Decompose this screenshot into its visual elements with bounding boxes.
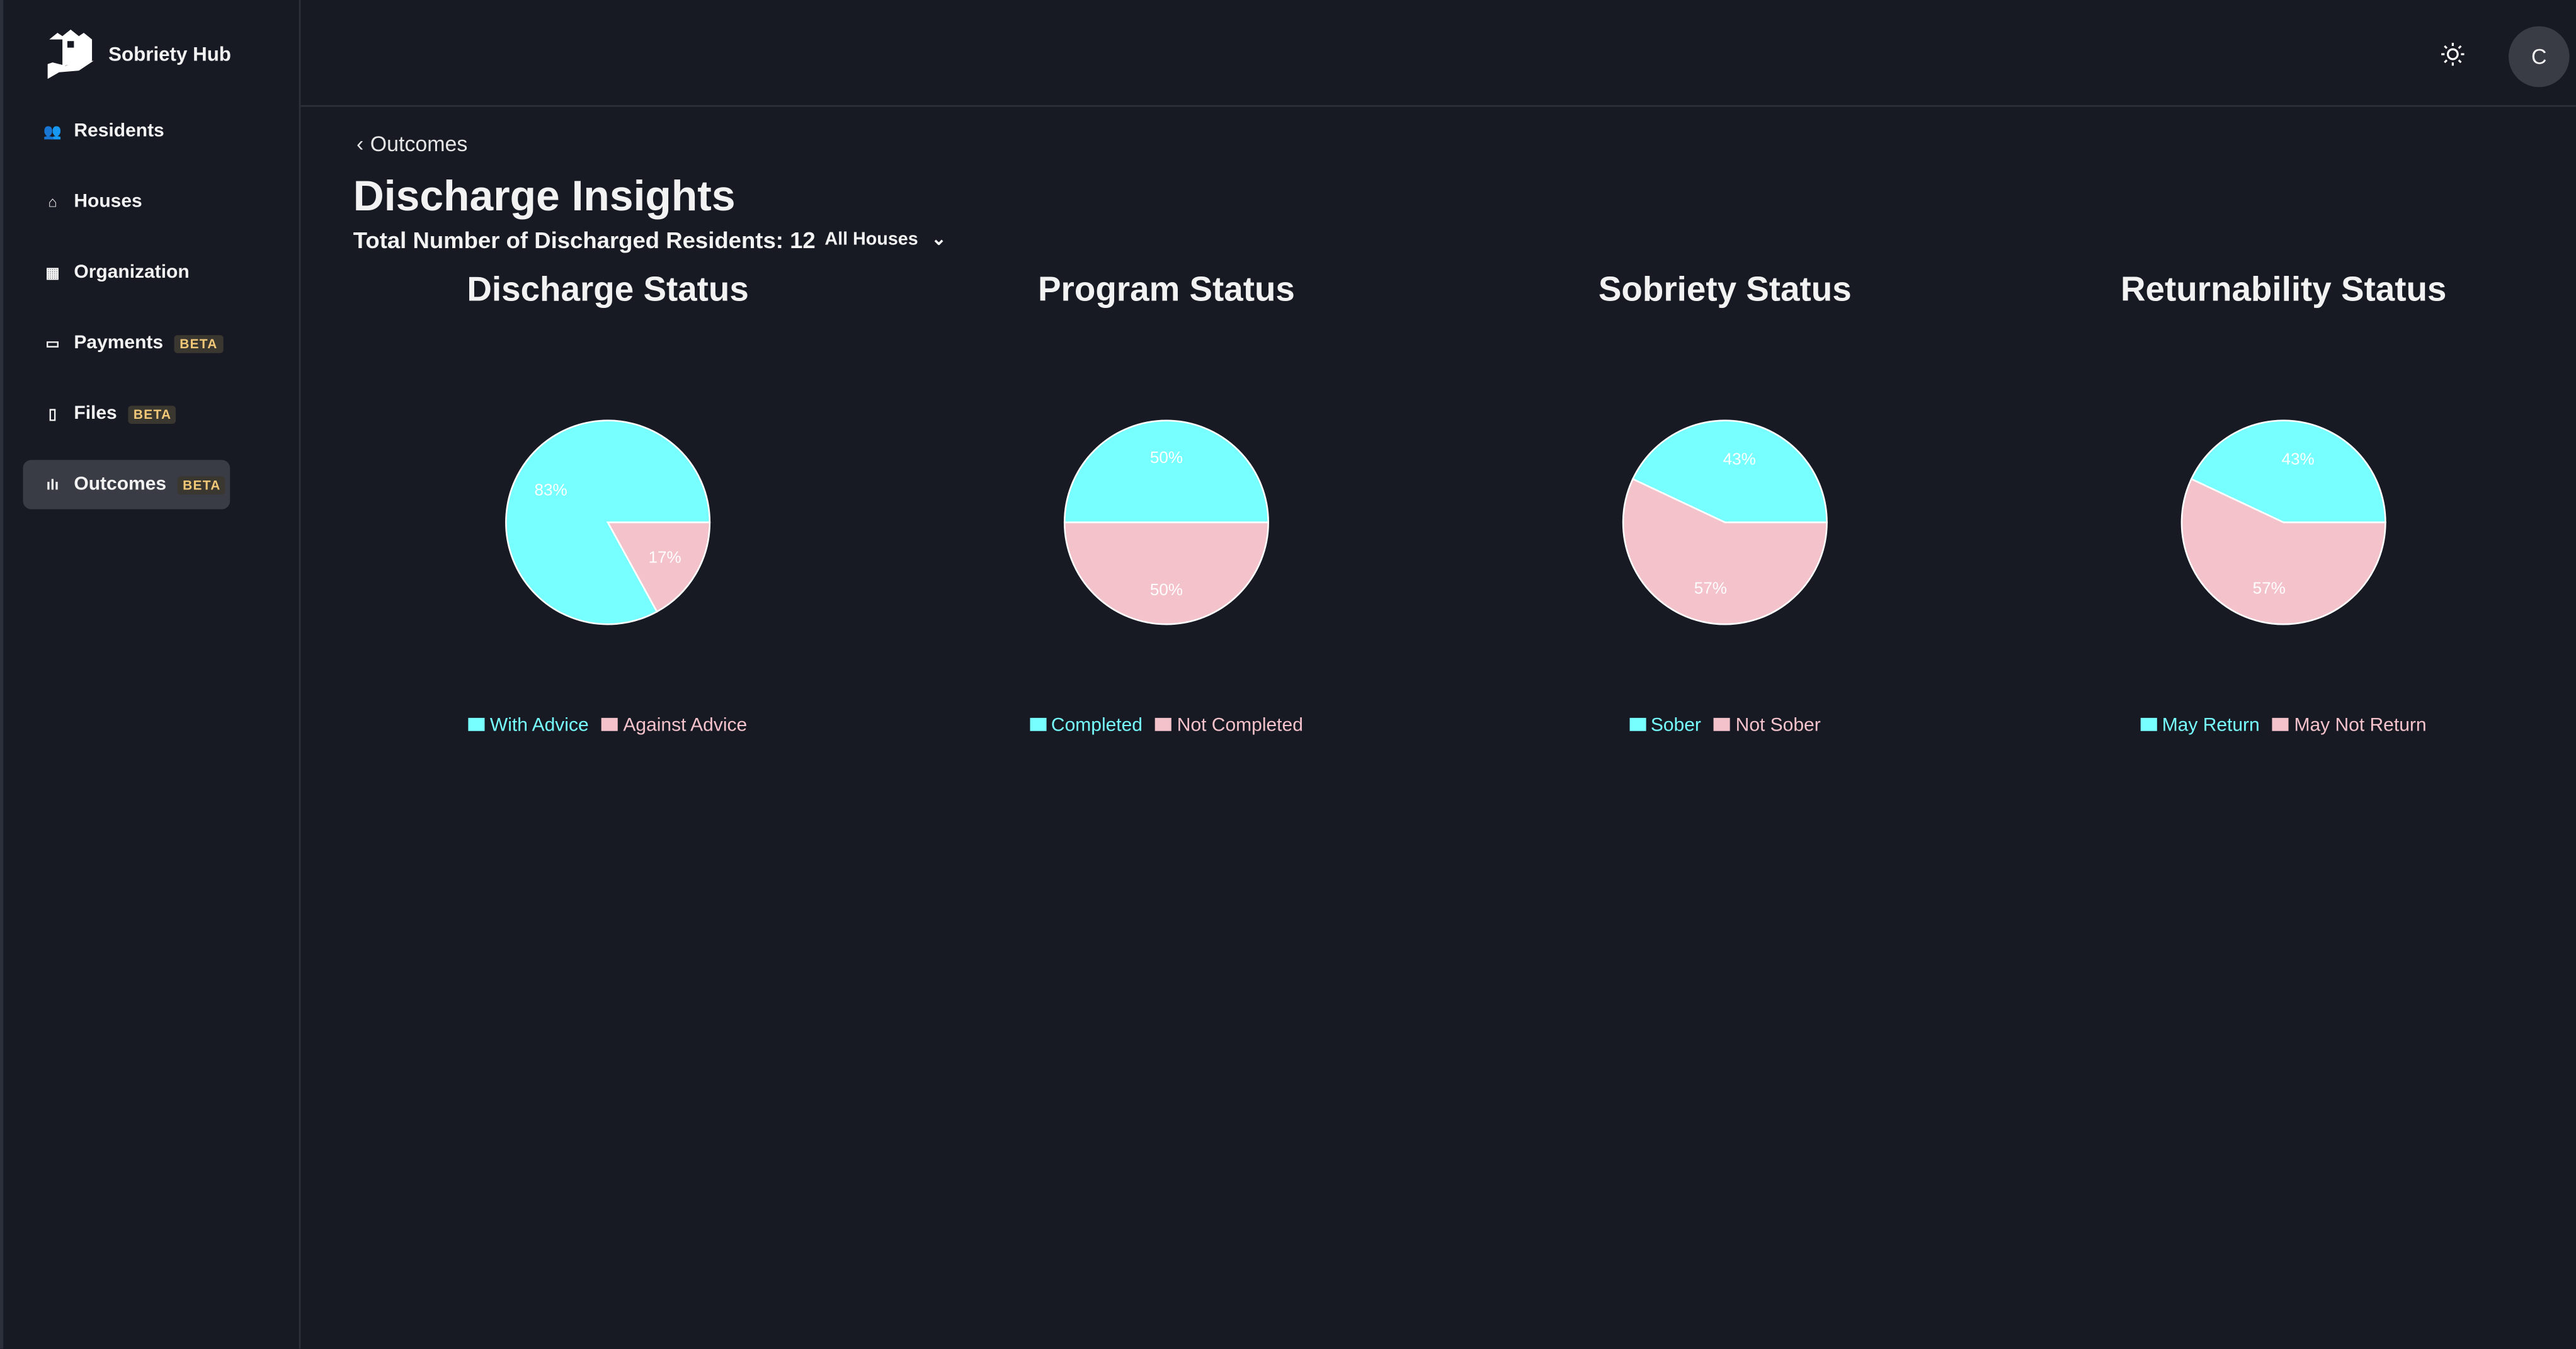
bar-chart-icon: ılı [46,476,59,493]
top-bar: C [300,0,2576,107]
slice-label: 83% [535,480,567,499]
chart-legend: May Return May Not Return [2037,716,2530,736]
legend-swatch [1030,717,1047,731]
house-filter-select[interactable]: All Houses ⌄ [824,229,946,250]
chevron-down-icon: ⌄ [931,230,947,250]
pie-slice-not-completed[interactable] [1063,521,1269,625]
sidebar-item-residents[interactable]: 👥 Residents [23,107,231,156]
legend-swatch [2140,717,2157,731]
back-label: Outcomes [370,131,468,156]
legend-label: With Advice [489,716,589,736]
sidebar-item-label: Residents [74,122,164,142]
page-title: Discharge Insights [353,171,736,220]
chart-legend: Sober Not Sober [1479,716,1972,736]
sidebar-item-houses[interactable]: ⌂ Houses [23,178,231,227]
slice-label: 57% [2253,578,2286,597]
legend-item[interactable]: Sober [1629,716,1701,736]
legend-swatch [1629,717,1646,731]
legend-item[interactable]: Not Completed [1155,716,1303,736]
building-icon: ▦ [45,263,60,280]
chart-legend: With Advice Against Advice [362,716,855,736]
sidebar-item-payments[interactable]: ▭ Payments BETA [23,319,231,368]
slice-label: 43% [2282,449,2315,468]
logo[interactable]: Sobriety Hub [46,29,231,79]
chevron-left-icon: ‹ [356,131,364,156]
app-root: Sobriety Hub 👥 Residents ⌂ Houses ▦ Organizat… [0,0,2576,1349]
sidebar-item-label: Organization [74,263,190,283]
legend-label: Not Sober [1735,716,1821,736]
legend-item[interactable]: Not Sober [1714,716,1821,736]
legend-item[interactable]: With Advice [469,716,589,736]
sidebar-item-outcomes[interactable]: ılı Outcomes BETA [23,460,231,509]
pie-chart-4: Returnability Status 43% 57% May Return … [2037,271,2530,764]
legend-label: May Not Return [2294,716,2427,736]
sidebar-item-files[interactable]: ▯ Files BETA [23,389,231,438]
sidebar-item-organization[interactable]: ▦ Organization [23,248,231,297]
pie-chart-1: Discharge Status 83% 17% With Advice Aga… [362,271,855,764]
beta-badge: BETA [174,334,223,353]
pie-slice-completed[interactable] [1063,419,1269,523]
legend-label: Completed [1051,716,1143,736]
sidebar-item-label: Files [74,404,117,424]
slice-label: 43% [1723,449,1756,468]
slice-label: 50% [1150,580,1183,599]
sidebar: Sobriety Hub 👥 Residents ⌂ Houses ▦ Organizat… [0,0,301,1349]
legend-item[interactable]: Completed [1030,716,1143,736]
sun-icon[interactable] [2441,42,2465,66]
chart-legend: Completed Not Completed [920,716,1413,736]
avatar[interactable]: C [2509,26,2570,88]
app-name: Sobriety Hub [108,42,231,66]
slice-label: 50% [1150,448,1183,467]
beta-badge: BETA [178,475,226,494]
sidebar-item-label: Outcomes [74,474,167,495]
sidebar-item-label: Payments [74,333,164,353]
total-discharged: Total Number of Discharged Residents: 12 [353,226,816,253]
legend-swatch [469,717,486,731]
users-icon: 👥 [43,122,62,139]
legend-swatch [1714,717,1731,731]
file-icon: ▯ [48,404,57,422]
slice-label: 57% [1694,578,1727,597]
legend-label: Not Completed [1177,716,1303,736]
house-hand-logo-icon [47,29,94,79]
beta-badge: BETA [128,404,177,423]
legend-swatch [1155,717,1172,731]
back-link[interactable]: ‹ Outcomes [356,132,467,156]
sidebar-item-label: Houses [74,192,142,212]
money-icon: ▭ [45,334,60,351]
legend-item[interactable]: May Return [2140,716,2260,736]
legend-swatch [601,717,618,731]
legend-label: Sober [1650,716,1701,736]
legend-item[interactable]: Against Advice [601,716,747,736]
legend-label: Against Advice [623,716,748,736]
house-filter-value: All Houses [824,229,918,249]
slice-label: 17% [648,547,681,566]
pie-chart-3: Sobriety Status 43% 57% Sober Not Sober [1479,271,1972,764]
home-icon: ⌂ [48,193,57,210]
pie-chart-2: Program Status 50% 50% Completed Not Com… [920,271,1413,764]
legend-swatch [2272,717,2289,731]
legend-label: May Return [2162,716,2260,736]
legend-item[interactable]: May Not Return [2272,716,2427,736]
